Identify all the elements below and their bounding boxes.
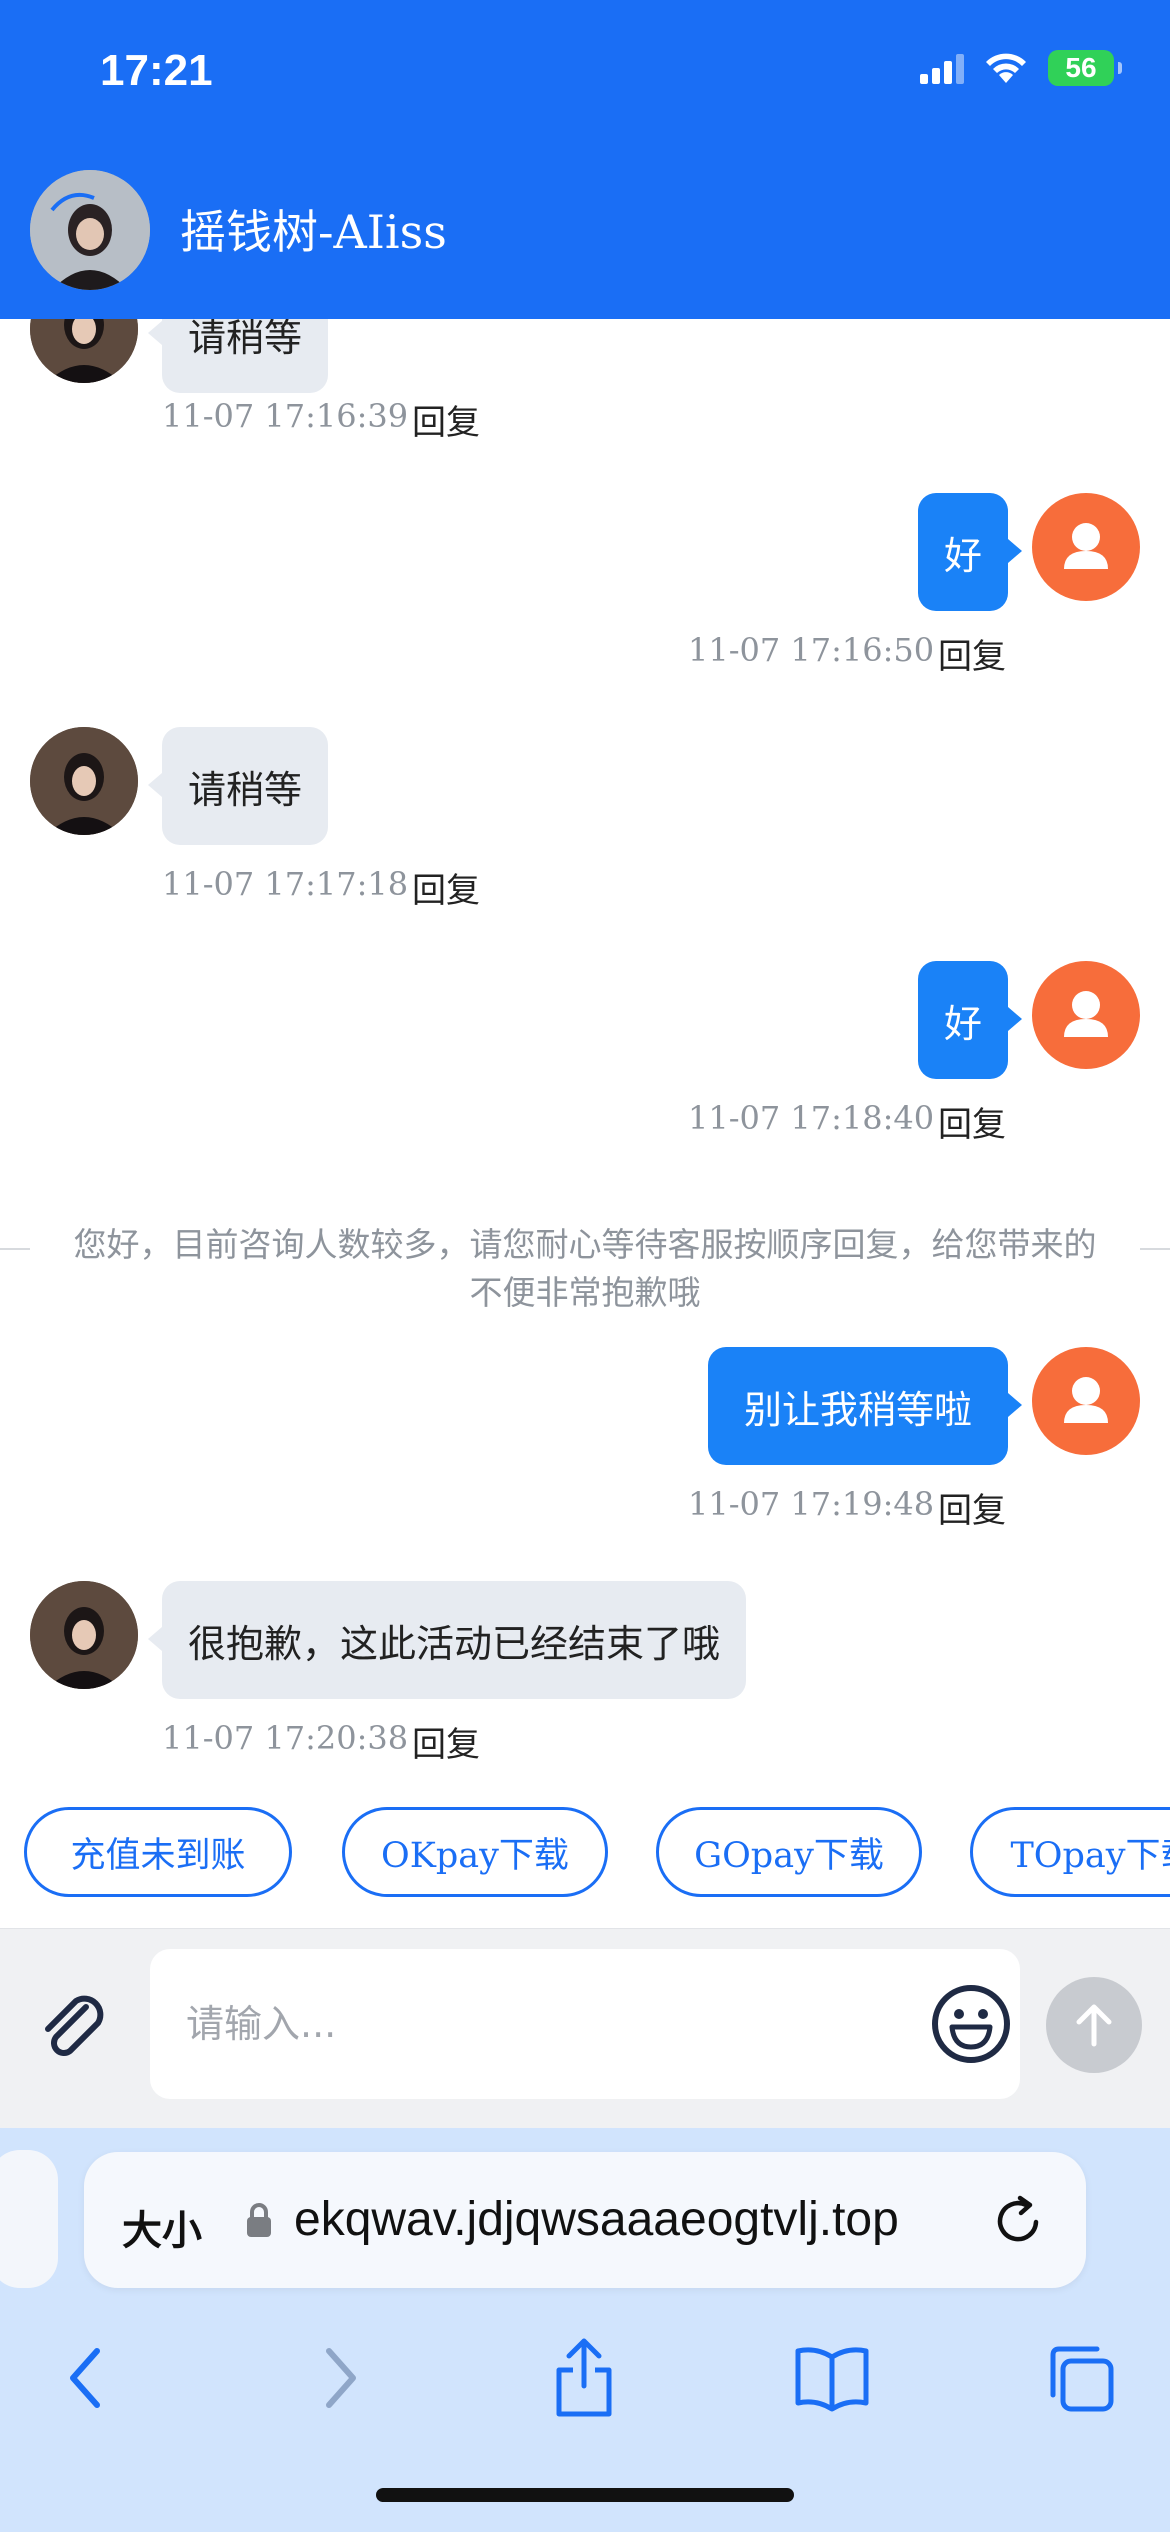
message-timestamp: 11-07 17:18:40 [688,1099,935,1137]
send-arrow-icon [1076,2004,1112,2047]
browser-nav [0,2328,1170,2448]
message-bubble[interactable]: 请稍等 [147,319,329,393]
forward-button[interactable] [290,2328,390,2428]
previous-tab[interactable] [0,2150,58,2288]
message-bubble[interactable]: 很抱歉，这此活动已经结束了哦 [147,1581,747,1699]
message-timestamp: 11-07 17:20:38 [162,1719,409,1757]
quick-reply-chip[interactable]: GOpay下载 [656,1807,922,1897]
message-bubble[interactable]: 好 [918,493,1022,611]
battery-icon: 56 [1048,50,1122,86]
divider [0,1248,30,1250]
emoji-icon[interactable] [930,1983,1012,2065]
share-icon [556,2338,612,2417]
reply-button[interactable]: 回复 [938,1097,1006,1146]
status-time: 17:21 [100,46,213,95]
signal-icon [920,54,964,84]
bookmarks-icon [795,2347,869,2412]
agent-avatar[interactable] [30,170,150,290]
message-input[interactable] [186,1989,886,2059]
message-bubble[interactable]: 别让我稍等啦 [708,1347,1022,1465]
back-button[interactable] [36,2328,136,2428]
user-avatar-icon [1032,493,1140,601]
reply-button[interactable]: 回复 [412,863,480,912]
address-bar[interactable]: 大小 ekqwav.jdjqwsaaaeogtvlj.top [84,2152,1086,2288]
message-timestamp: 11-07 17:17:18 [162,865,409,903]
reload-icon[interactable] [990,2192,1048,2250]
agent-message-avatar [30,319,138,383]
divider [1140,1248,1170,1250]
back-icon [70,2348,100,2408]
quick-reply-chip[interactable]: OKpay下载 [342,1807,608,1897]
wifi-icon [986,53,1026,83]
message-timestamp: 11-07 17:19:48 [688,1485,935,1523]
message-input-box[interactable] [150,1949,1020,2099]
user-avatar-icon [1032,1347,1140,1455]
tabs-icon [1050,2346,1114,2412]
send-button[interactable] [1046,1977,1142,2073]
chat-header: 17:21 56 摇钱树-AIiss [0,0,1170,319]
agent-message-avatar [30,727,138,835]
tabs-button[interactable] [1030,2328,1130,2428]
reply-button[interactable]: 回复 [938,629,1006,678]
chat-messages[interactable]: 请稍等 11-07 17:16:39 回复 好 11-07 17:16:50 回… [0,319,1170,1777]
user-avatar-icon [1032,961,1140,1069]
message-timestamp: 11-07 17:16:50 [688,631,935,669]
url-text[interactable]: ekqwav.jdjqwsaaaeogtvlj.top [294,2192,899,2247]
agent-message-avatar [30,1581,138,1689]
share-button[interactable] [534,2328,634,2428]
paperclip-icon[interactable] [34,1987,114,2067]
message-timestamp: 11-07 17:16:39 [162,397,409,435]
forward-icon [326,2348,356,2408]
reply-button[interactable]: 回复 [938,1483,1006,1532]
message-bubble[interactable]: 好 [918,961,1022,1079]
reply-button[interactable]: 回复 [412,395,480,444]
lock-icon [247,2203,271,2237]
quick-reply-chip[interactable]: 充值未到账 [24,1807,292,1897]
browser-toolbar: 大小 ekqwav.jdjqwsaaaeogtvlj.top [0,2128,1170,2532]
text-size-button[interactable]: 大小 [122,2198,202,2256]
home-indicator [376,2488,794,2502]
message-bubble[interactable]: 请稍等 [147,727,329,845]
system-notice: 您好，目前咨询人数较多，请您耐心等待客服按顺序回复，给您带来的不便非常抱歉哦 [73,1225,1097,1312]
quick-replies: 充值未到账 OKpay下载 GOpay下载 TOpay下载 [0,1777,1170,1928]
composer-bar [0,1928,1170,2128]
page-title: 摇钱树-AIiss [180,205,447,259]
status-icons: 56 [920,50,1122,86]
quick-reply-chip[interactable]: TOpay下载 [970,1807,1170,1897]
bookmarks-button[interactable] [782,2328,882,2428]
reply-button[interactable]: 回复 [412,1717,480,1766]
